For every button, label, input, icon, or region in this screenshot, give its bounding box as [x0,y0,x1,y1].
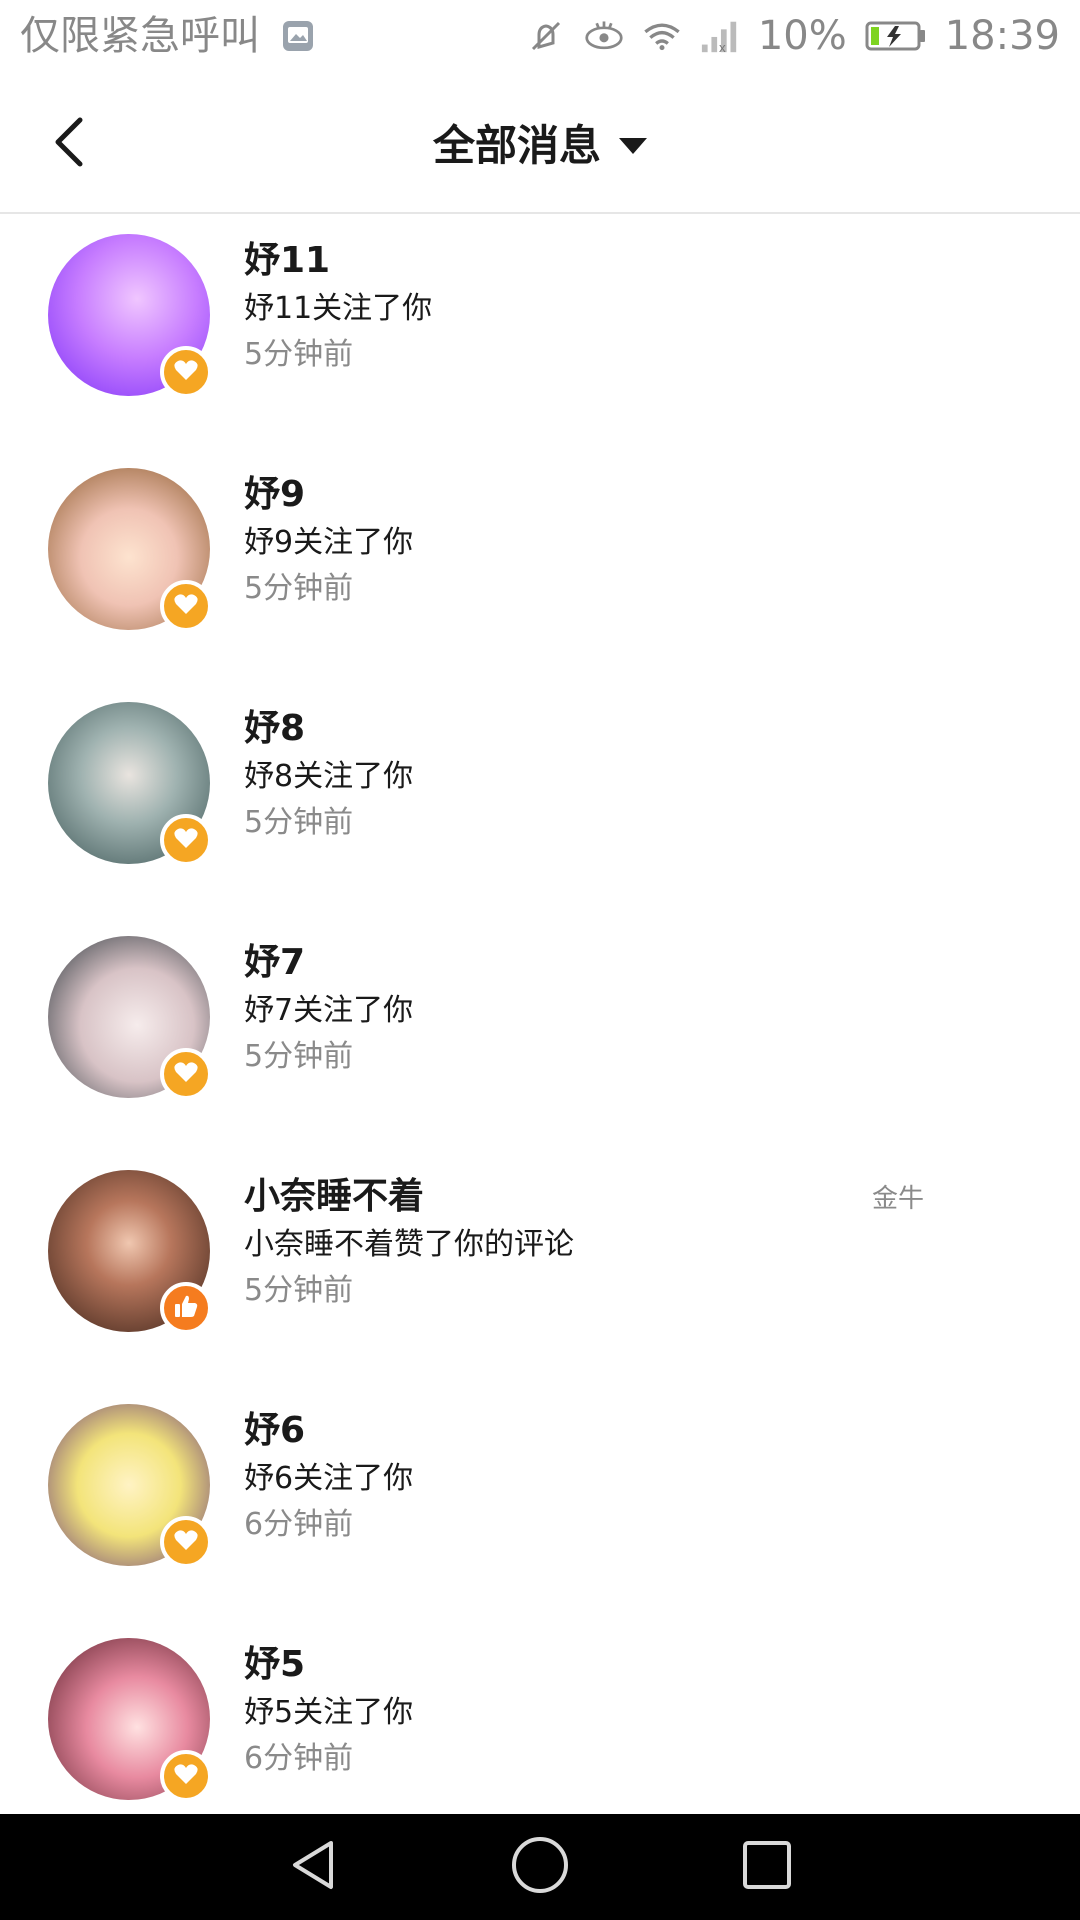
message-list: 妤11 妤11关注了你 5分钟前 妤9 妤9关注了你 5分钟前 妤8 妤8关注了… [0,214,1080,1852]
signal-icon: x [700,16,740,56]
avatar[interactable] [48,702,212,866]
message-time: 6分钟前 [244,1741,354,1776]
message-time: 6分钟前 [244,1507,354,1542]
avatar[interactable] [48,1170,212,1334]
sender-name[interactable]: 妤6 [244,1406,1080,1456]
sender-name[interactable]: 妤8 [244,704,1080,754]
wifi-icon [642,16,682,56]
message-time: 5分钟前 [244,1039,354,1074]
heart-badge [160,814,212,866]
list-item[interactable]: 小奈睡不着 小奈睡不着赞了你的评论 5分钟前 金牛 [0,1150,1080,1384]
message-text: 妤6关注了你 [244,1461,414,1496]
eye-icon [584,16,624,56]
avatar[interactable] [48,234,212,398]
avatar[interactable] [48,936,212,1100]
nav-home-icon [510,1835,570,1899]
heart-icon [173,1762,199,1790]
status-right: x 10% 18:39 [526,16,1060,56]
message-text: 妤5关注了你 [244,1695,414,1730]
message-body: 妤9 妤9关注了你 5分钟前 [244,470,1080,612]
gallery-icon [278,16,318,56]
message-text: 妤7关注了你 [244,993,414,1028]
message-body: 小奈睡不着 小奈睡不着赞了你的评论 5分钟前 金牛 [244,1172,1080,1314]
heart-badge [160,1516,212,1568]
avatar[interactable] [48,468,212,632]
nav-back-button[interactable] [278,1832,348,1902]
heart-badge [160,346,212,398]
message-text: 妤11关注了你 [244,291,433,326]
nav-back-icon [285,1837,341,1897]
battery-charging-icon [865,16,927,56]
thumbs-up-icon [173,1293,199,1323]
heart-icon [173,826,199,854]
header-bar: 全部消息 [0,72,1080,214]
heart-icon [173,358,199,386]
message-filter-dropdown[interactable]: 全部消息 [0,112,1080,173]
system-navigation-bar [0,1814,1080,1920]
message-body: 妤5 妤5关注了你 6分钟前 [244,1640,1080,1782]
message-time: 5分钟前 [244,1273,354,1308]
message-text: 小奈睡不着赞了你的评论 [244,1227,574,1262]
message-body: 妤7 妤7关注了你 5分钟前 [244,938,1080,1080]
status-left: 仅限紧急呼叫 [20,16,318,56]
list-item[interactable]: 妤9 妤9关注了你 5分钟前 [0,448,1080,682]
avatar[interactable] [48,1404,212,1568]
message-time: 5分钟前 [244,805,354,840]
like-badge [160,1282,212,1334]
sender-name[interactable]: 妤11 [244,236,1080,286]
status-time: 18:39 [944,13,1060,59]
message-body: 妤11 妤11关注了你 5分钟前 [244,236,1080,378]
list-item[interactable]: 妤7 妤7关注了你 5分钟前 [0,916,1080,1150]
zodiac-tag: 金牛 [871,1184,924,1214]
message-text: 妤8关注了你 [244,759,414,794]
svg-text:x: x [719,40,726,55]
sender-name[interactable]: 妤7 [244,938,1080,988]
heart-badge [160,1048,212,1100]
message-time: 5分钟前 [244,571,354,606]
sender-name[interactable]: 妤5 [244,1640,1080,1690]
list-item[interactable]: 妤11 妤11关注了你 5分钟前 [0,214,1080,448]
heart-icon [173,592,199,620]
page-title: 全部消息 [432,121,601,170]
message-time: 5分钟前 [244,337,354,372]
heart-icon [173,1060,199,1088]
heart-badge [160,580,212,632]
avatar[interactable] [48,1638,212,1802]
battery-percent: 10% [757,13,847,59]
heart-icon [173,1528,199,1556]
sender-name[interactable]: 小奈睡不着 [244,1172,1080,1222]
heart-badge [160,1750,212,1802]
carrier-text: 仅限紧急呼叫 [20,13,260,59]
nav-home-button[interactable] [505,1832,575,1902]
mute-icon [526,16,566,56]
message-body: 妤6 妤6关注了你 6分钟前 [244,1406,1080,1548]
list-item[interactable]: 妤6 妤6关注了你 6分钟前 [0,1384,1080,1618]
nav-recents-button[interactable] [732,1832,802,1902]
message-body: 妤8 妤8关注了你 5分钟前 [244,704,1080,846]
message-text: 妤9关注了你 [244,525,414,560]
caret-down-icon [619,137,647,154]
status-bar: 仅限紧急呼叫 x 10% 18:39 [0,0,1080,72]
nav-recents-icon [741,1839,793,1895]
list-item[interactable]: 妤8 妤8关注了你 5分钟前 [0,682,1080,916]
sender-name[interactable]: 妤9 [244,470,1080,520]
